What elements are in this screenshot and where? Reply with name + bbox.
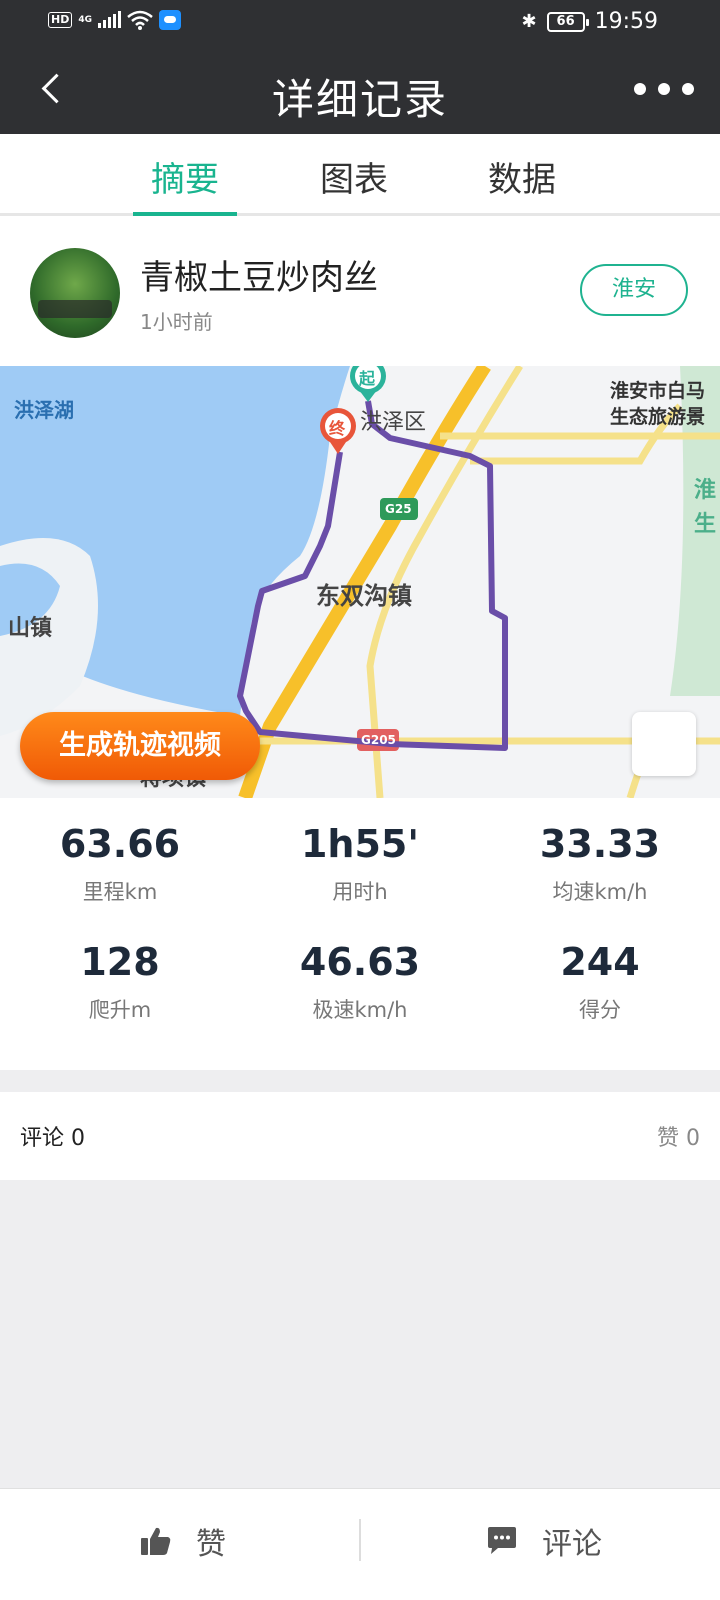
stat-label: 得分 bbox=[579, 998, 621, 1022]
stat-value: 33.33 bbox=[539, 822, 661, 866]
tab-summary[interactable]: 摘要 bbox=[115, 152, 255, 201]
map-expand-button[interactable] bbox=[632, 712, 696, 776]
bluetooth-icon: ✱ bbox=[521, 11, 537, 32]
comments-number: 0 bbox=[71, 1126, 86, 1151]
generate-video-button[interactable]: 生成轨迹视频 bbox=[20, 712, 260, 780]
tab-data[interactable]: 数据 bbox=[452, 152, 592, 201]
page-title: 详细记录 bbox=[271, 75, 448, 124]
wifi-icon bbox=[127, 10, 153, 30]
hd-indicator: HD bbox=[48, 12, 73, 28]
divider bbox=[359, 1519, 361, 1561]
highway-badge-g25: G25 bbox=[385, 502, 412, 516]
status-right: ✱ 66 19:59 bbox=[522, 9, 659, 34]
comments-label: 评论 bbox=[20, 1126, 65, 1151]
profile-card: 青椒土豆炒肉丝 1小时前 淮安 bbox=[0, 216, 720, 366]
highway-badge-g205: G205 bbox=[361, 733, 396, 747]
stat-climb: 128 爬升m bbox=[0, 940, 240, 1024]
map-label-lake: 洪泽湖 bbox=[14, 398, 74, 422]
map-label-town-2: 山镇 bbox=[8, 616, 53, 641]
tab-bar: 摘要 图表 数据 bbox=[0, 134, 720, 216]
stat-avg-speed: 33.33 均速km/h bbox=[480, 822, 720, 906]
stat-value: 128 bbox=[80, 940, 160, 984]
thumbs-up-icon bbox=[141, 1527, 171, 1555]
stat-label: 均速km/h bbox=[552, 880, 648, 904]
clock: 19:59 bbox=[594, 9, 658, 34]
like-label: 赞 bbox=[196, 1527, 226, 1562]
avatar[interactable] bbox=[30, 248, 120, 338]
stat-value: 1h55' bbox=[300, 822, 419, 866]
stat-max-speed: 46.63 极速km/h bbox=[240, 940, 480, 1024]
map-label-edge-2: 生 bbox=[694, 512, 717, 537]
status-bar: HD 4G ✱ 66 19:59 bbox=[0, 0, 720, 44]
comment-icon bbox=[488, 1527, 516, 1554]
stat-label: 极速km/h bbox=[312, 998, 408, 1022]
map-label-district: 洪泽区 bbox=[360, 410, 427, 435]
bottom-action-bar: 赞 评论 bbox=[0, 1488, 720, 1600]
stat-label: 爬升m bbox=[88, 998, 152, 1022]
stats-panel: 63.66 里程km 1h55' 用时h 33.33 均速km/h 128 爬升… bbox=[0, 798, 720, 1070]
likes-label: 赞 bbox=[656, 1126, 679, 1151]
map-label-edge-1: 淮 bbox=[694, 478, 717, 503]
map-label-scenic-1: 淮安市白马 bbox=[610, 380, 706, 402]
battery-icon: 66 bbox=[546, 11, 589, 32]
comments-summary: 评论 0 赞 0 bbox=[0, 1092, 720, 1180]
start-marker[interactable]: 起 bbox=[359, 366, 375, 389]
stat-label: 用时h bbox=[332, 880, 388, 904]
city-button[interactable]: 淮安 bbox=[580, 264, 688, 316]
likes-count[interactable]: 赞 0 bbox=[657, 1120, 700, 1152]
likes-number: 0 bbox=[686, 1126, 700, 1151]
comment-button[interactable]: 评论 bbox=[486, 1519, 602, 1563]
end-marker[interactable]: 终 bbox=[329, 415, 345, 439]
title-bar: 详细记录 bbox=[0, 44, 720, 134]
stat-distance: 63.66 里程km bbox=[0, 822, 240, 906]
like-button[interactable]: 赞 bbox=[140, 1519, 226, 1563]
stat-score: 244 得分 bbox=[480, 940, 720, 1024]
more-options-icon[interactable] bbox=[634, 74, 694, 104]
comments-count[interactable]: 评论 0 bbox=[20, 1120, 85, 1152]
stat-value: 63.66 bbox=[59, 822, 181, 866]
tab-charts[interactable]: 图表 bbox=[284, 152, 424, 201]
stat-value: 46.63 bbox=[299, 940, 421, 984]
map-label-town-1: 东双沟镇 bbox=[316, 582, 412, 610]
username[interactable]: 青椒土豆炒肉丝 bbox=[140, 250, 378, 299]
network-type: 4G bbox=[78, 15, 92, 25]
status-left: HD 4G bbox=[48, 10, 181, 30]
stat-label: 里程km bbox=[82, 880, 158, 904]
map-label-scenic-2: 生态旅游景 bbox=[610, 406, 706, 428]
stat-value: 244 bbox=[560, 940, 640, 984]
comment-label: 评论 bbox=[542, 1527, 602, 1562]
weather-icon bbox=[159, 10, 181, 30]
stat-duration: 1h55' 用时h bbox=[240, 822, 480, 906]
signal-icon bbox=[98, 11, 121, 28]
post-time: 1小时前 bbox=[140, 310, 213, 334]
